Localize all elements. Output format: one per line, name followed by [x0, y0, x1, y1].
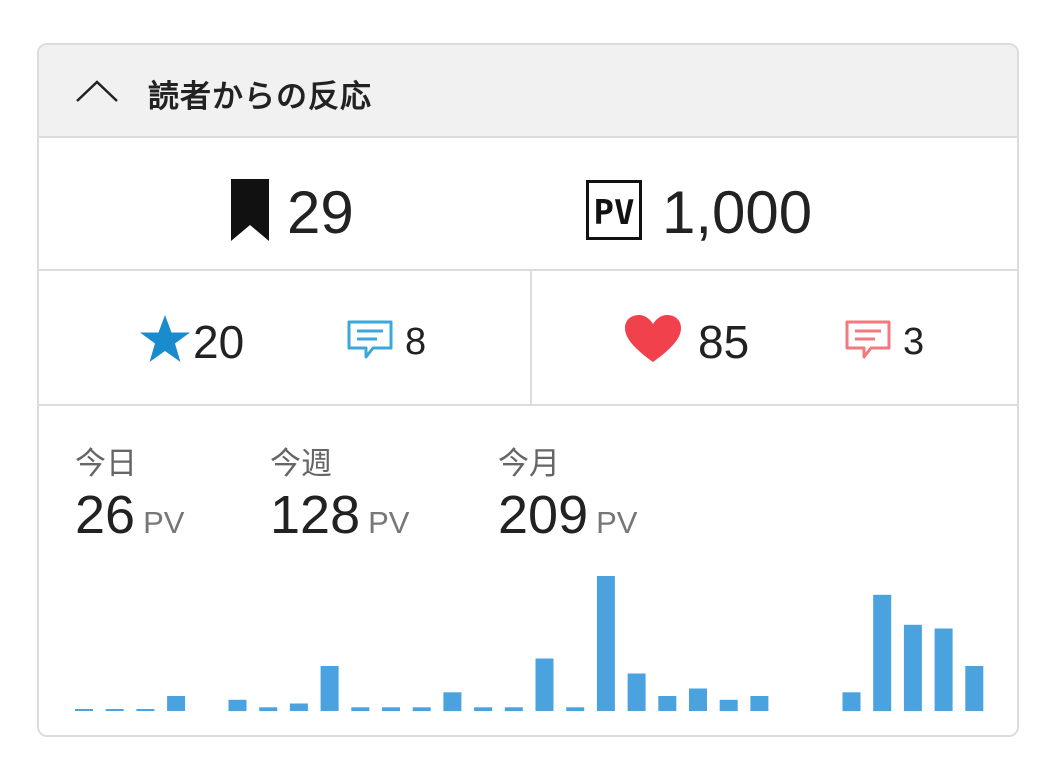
chart-bar: [228, 699, 247, 712]
chart-bar: [351, 707, 370, 712]
pageview-value: 1,000: [662, 179, 813, 246]
divider: [530, 271, 532, 404]
chart-bar: [105, 709, 124, 711]
chart-bar: [535, 658, 554, 711]
pv-section: 今日 26 PV 今週 128 PV 今月 209 PV: [39, 406, 1017, 735]
comment-icon: [347, 320, 393, 365]
chart-bar: [289, 703, 308, 711]
chart-bar: [873, 594, 892, 712]
bookmark-count[interactable]: 29: [231, 178, 354, 247]
chart-bar: [443, 692, 462, 712]
star-value: 20: [193, 315, 245, 368]
star-comment-count[interactable]: 8: [347, 320, 426, 365]
heart-comment-value: 3: [903, 321, 925, 363]
chart-bar: [504, 707, 523, 712]
bookmark-icon: [231, 179, 269, 246]
chart-bar: [689, 688, 707, 711]
heart-icon: [624, 314, 682, 369]
heart-count[interactable]: 85: [624, 314, 749, 369]
heart-value: 85: [698, 315, 750, 368]
chart-bar: [136, 709, 155, 711]
chart-bar: [320, 666, 339, 711]
comment-icon: [845, 320, 891, 365]
star-comment-value: 8: [405, 321, 427, 363]
chart-bar: [903, 624, 922, 712]
chart-bar: [627, 673, 646, 711]
chart-bar: [719, 699, 738, 712]
totals-row: 29 PV 1,000: [39, 138, 1017, 271]
pv-icon: PV: [586, 180, 642, 245]
bookmark-value: 29: [287, 179, 354, 246]
star-icon: [139, 314, 191, 369]
chart-bar: [259, 707, 278, 712]
pv-bar-chart: [75, 576, 984, 712]
pageview-total: PV 1,000: [586, 178, 812, 247]
chart-bar: [750, 696, 769, 711]
pv-icon-text: PV: [594, 193, 635, 233]
chart-bar: [474, 707, 493, 712]
chart-bar: [842, 692, 861, 712]
chart-bar: [167, 696, 186, 711]
chart-bar: [412, 707, 431, 712]
chart-bar: [965, 666, 984, 711]
reactions-row: 20 8 85 3: [39, 271, 1017, 406]
reactions-card: 読者からの反応 29 PV 1,000 20 8 85 3 今日 26 PV 今…: [37, 43, 1019, 737]
heart-comment-count[interactable]: 3: [845, 320, 924, 365]
chart-bar: [934, 628, 953, 711]
chart-bar: [658, 696, 677, 711]
chart-bar: [75, 709, 93, 711]
section-title: 読者からの反応: [148, 79, 372, 115]
chart-bar: [596, 576, 615, 711]
star-count[interactable]: 20: [139, 314, 244, 369]
chart-bar: [566, 707, 585, 712]
reactions-header[interactable]: 読者からの反応: [39, 45, 1017, 138]
chart-bar: [382, 707, 400, 712]
chevron-up-icon[interactable]: [75, 79, 119, 108]
